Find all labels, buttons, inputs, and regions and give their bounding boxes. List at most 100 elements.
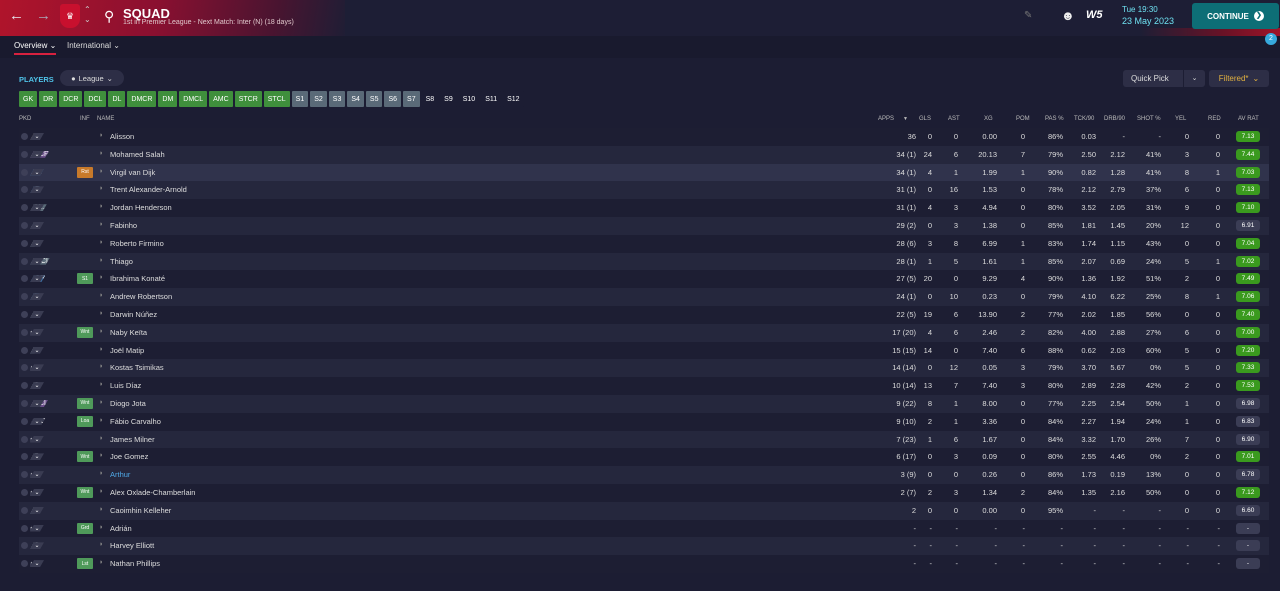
player-name[interactable]: Roberto Firmino	[110, 239, 164, 248]
picked-position-selector[interactable]: S6⌄	[30, 538, 74, 553]
select-radio[interactable]	[21, 417, 28, 425]
player-name[interactable]: Adrián	[110, 524, 132, 533]
info-badge[interactable]: Wnt	[77, 397, 93, 409]
table-row[interactable]: S2⌄ ◗ Joël Matip 15 (15) 14 0 7.40 6 88% 0.62 2.03…	[19, 341, 1269, 360]
picked-position-selector[interactable]: - ⌄	[30, 432, 74, 447]
position-filter-gk[interactable]: GK	[19, 91, 38, 107]
table-row[interactable]: - ⌄ ◗ Arthur 3 (9) 0 0 0.26 0 86% 1.73 0.19 13% 0 0 6.7…	[19, 466, 1269, 484]
arrow-left-icon[interactable]: ←	[9, 7, 24, 24]
select-radio[interactable]	[21, 275, 28, 283]
player-name[interactable]: Luis Díaz	[110, 381, 141, 390]
position-filter-stcr[interactable]: STCR	[234, 91, 262, 107]
picked-position-selector[interactable]: DM...⌄	[30, 200, 74, 215]
table-row[interactable]: - ⌄ Wnt ◗ Naby Keïta 17 (20) 4 6 2.46 2 82% 4.00 2.8…	[19, 323, 1269, 342]
position-filter-s6[interactable]: S6	[384, 91, 402, 107]
table-row[interactable]: - ⌄ ◗ James Milner 7 (23) 1 6 1.67 0 84% 3.32 1.70 2…	[19, 430, 1269, 449]
table-row[interactable]: DCR⌄S1◗Ibrahima Konaté27 (5)2009.29490%1…	[19, 270, 1269, 289]
quick-pick-button[interactable]: Quick Pick ⌄	[1123, 70, 1205, 87]
table-row[interactable]: S5⌄Wnt ◗ Joe Gomez 6 (17) 0 3 0.09 0 80% 2.55 4.46…	[19, 448, 1269, 467]
picked-position-selector[interactable]: S5⌄	[30, 449, 74, 464]
select-radio[interactable]	[21, 328, 28, 336]
player-name[interactable]: Fábio Carvalho	[110, 417, 161, 426]
col-red[interactable]: RED	[1208, 116, 1221, 122]
select-radio[interactable]	[21, 524, 28, 532]
chevron-down-icon[interactable]: ⌄	[1183, 70, 1205, 87]
picked-position-selector[interactable]: - ⌄	[30, 360, 74, 375]
position-filter-dcr[interactable]: DCR	[59, 91, 83, 107]
position-filter-s2[interactable]: S2	[310, 91, 327, 107]
player-name[interactable]: Ibrahima Konaté	[110, 274, 165, 283]
position-filter-s4[interactable]: S4	[347, 91, 364, 107]
info-badge[interactable]: S1	[77, 273, 93, 285]
picked-position-selector[interactable]: - ⌄	[30, 325, 74, 340]
table-row[interactable]: DMCL⌄ ◗ Thiago 28 (1) 1 5 1.61 1 85% 2.07 0.69 24% 5…	[19, 252, 1269, 271]
select-radio[interactable]	[21, 435, 28, 443]
player-name[interactable]: Thiago	[110, 257, 133, 266]
search-icon[interactable]: ⚲	[104, 8, 114, 25]
select-radio[interactable]	[21, 168, 28, 176]
col-inf[interactable]: INF	[80, 116, 90, 122]
select-radio[interactable]	[21, 453, 28, 461]
table-row[interactable]: - ⌄ Grd ◗ Adrián - - - - - - - - - - - -	[19, 519, 1269, 538]
player-name[interactable]: Diogo Jota	[110, 399, 146, 408]
col-drb[interactable]: DRB/90	[1104, 116, 1125, 122]
picked-position-selector[interactable]: S7⌄	[30, 236, 74, 251]
player-name[interactable]: Harvey Elliott	[110, 541, 154, 550]
position-filter-dl[interactable]: DL	[108, 91, 126, 107]
table-row[interactable]: - ⌄ Lst ◗ Nathan Phillips - - - - - - - - - - - -	[19, 555, 1269, 573]
position-filter-s3[interactable]: S3	[328, 91, 346, 107]
info-badge[interactable]: Wnt	[77, 486, 93, 498]
col-pom[interactable]: POM	[1016, 116, 1030, 122]
notification-badge[interactable]: 2	[1265, 33, 1277, 45]
info-badge[interactable]: Wnt	[77, 451, 93, 463]
picked-position-selector[interactable]: DCR⌄	[30, 271, 74, 286]
table-row[interactable]: - ⌄ ◗ Kostas Tsimikas 14 (14) 0 12 0.05 3 79% 3.70…	[19, 359, 1269, 378]
player-name[interactable]: Alisson	[110, 132, 134, 141]
col-yel[interactable]: YEL	[1175, 116, 1186, 122]
col-gls[interactable]: GLS	[919, 116, 931, 122]
select-radio[interactable]	[21, 150, 28, 158]
position-filter-s11[interactable]: S11	[481, 91, 502, 107]
position-filter-s12[interactable]: S12	[503, 91, 524, 107]
select-radio[interactable]	[21, 133, 28, 140]
table-row[interactable]: DR⌄ ◗ Trent Alexander-Arnold 31 (1) 0 16 1.53 0…	[19, 181, 1269, 200]
picked-position-selector[interactable]: DL⌄	[30, 289, 74, 304]
info-badge[interactable]: Rst	[77, 166, 93, 178]
player-name[interactable]: Joël Matip	[110, 346, 144, 355]
player-name[interactable]: Fabinho	[110, 221, 137, 230]
position-filter-s8[interactable]: S8	[421, 91, 439, 107]
player-name[interactable]: Mohamed Salah	[110, 150, 165, 159]
select-radio[interactable]	[21, 310, 28, 318]
picked-position-selector[interactable]: DR⌄	[30, 182, 74, 197]
select-radio[interactable]	[21, 239, 28, 247]
select-radio[interactable]	[21, 346, 28, 354]
position-filter-dmcr[interactable]: DMCR	[127, 91, 157, 107]
col-name[interactable]: NAME	[97, 116, 114, 122]
picked-position-selector[interactable]: DMCL⌄	[30, 254, 74, 269]
picked-position-selector[interactable]: S1⌄	[30, 503, 74, 518]
position-filter-s5[interactable]: S5	[365, 91, 383, 107]
table-row[interactable]: DM⌄ ◗ Fabinho 29 (2) 0 3 1.38 0 85% 1.81 1.45 20% 12…	[19, 216, 1269, 235]
select-radio[interactable]	[21, 293, 28, 301]
col-avrat[interactable]: AV RAT	[1238, 116, 1259, 122]
table-row[interactable]: - ⌄ Wnt ◗ Alex Oxlade-Chamberlain 2 (7) 2 3 1.34…	[19, 483, 1269, 502]
picked-position-selector[interactable]: GK⌄	[30, 129, 74, 144]
position-filter-stcl[interactable]: STCL	[263, 91, 290, 107]
col-pkd[interactable]: PKD	[19, 116, 31, 122]
select-radio[interactable]	[21, 542, 28, 550]
continue-button[interactable]: CONTINUE ❯	[1192, 3, 1279, 29]
chevron-updown-icon[interactable]: ⌃ ⌄	[84, 5, 91, 25]
col-apps[interactable]: APPS	[878, 116, 894, 122]
select-radio[interactable]	[21, 399, 28, 407]
player-name[interactable]: Naby Keïta	[110, 328, 147, 337]
picked-position-selector[interactable]: DCL⌄	[30, 165, 74, 180]
picked-position-selector[interactable]: - ⌄	[30, 485, 74, 500]
col-pas[interactable]: PAS %	[1045, 116, 1064, 122]
picked-position-selector[interactable]: S4⌄	[30, 307, 74, 322]
table-row[interactable]: S3⌄ ◗ Luis Díaz 10 (14) 13 7 7.40 3 80% 2.89 2.28 4…	[19, 377, 1269, 395]
table-row[interactable]: S4⌄ ◗ Darwin Núñez 22 (5) 19 6 13.90 2 77% 2.02 1.…	[19, 305, 1269, 324]
player-name[interactable]: Darwin Núñez	[110, 310, 157, 319]
select-radio[interactable]	[21, 364, 28, 372]
player-name[interactable]: Andrew Robertson	[110, 292, 172, 301]
picked-position-selector[interactable]: STCR⌄	[30, 147, 74, 162]
